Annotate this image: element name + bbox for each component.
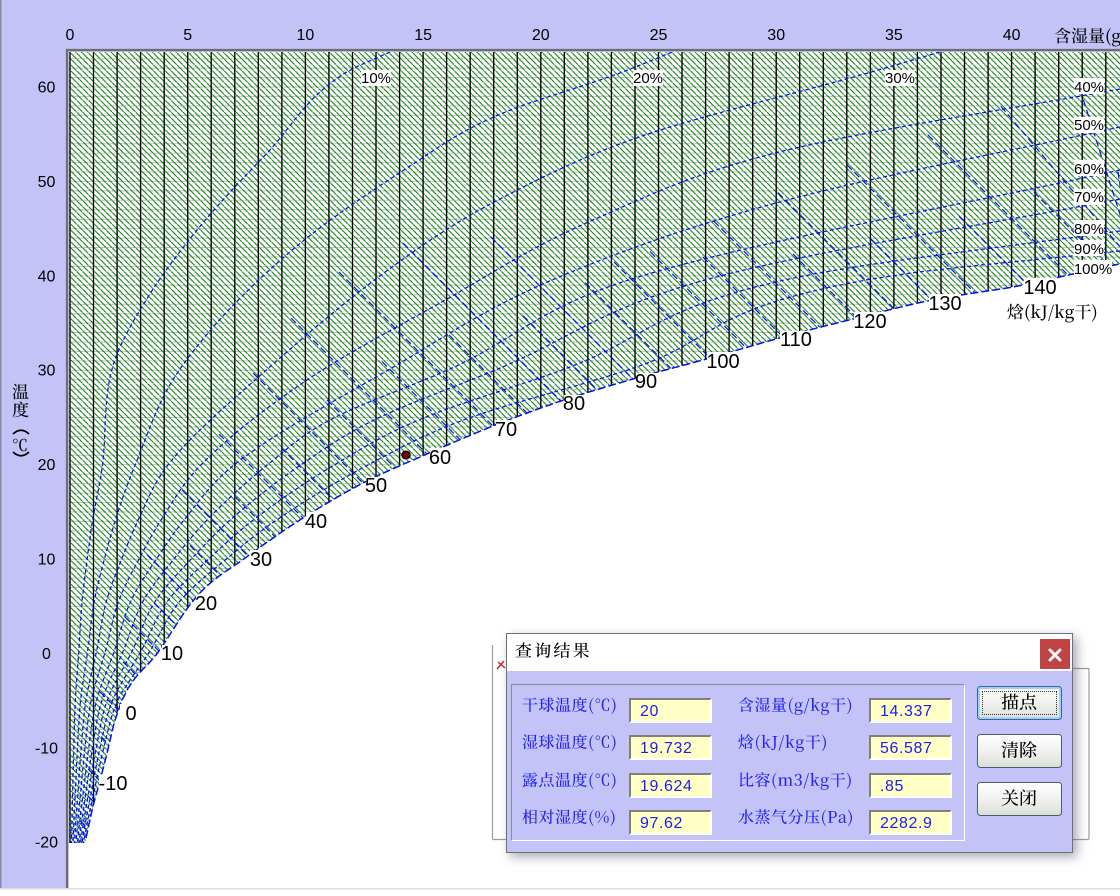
svg-text:0: 0 — [42, 646, 51, 663]
svg-text:60%: 60% — [1074, 161, 1104, 178]
svg-text:40: 40 — [305, 511, 327, 533]
svg-text:40%: 40% — [1074, 79, 1104, 96]
svg-text:30: 30 — [38, 363, 56, 380]
svg-text:80%: 80% — [1074, 221, 1104, 238]
svg-text:20: 20 — [195, 593, 217, 615]
svg-text:10: 10 — [161, 643, 183, 665]
svg-text:-10: -10 — [99, 773, 128, 795]
svg-text:30%: 30% — [885, 70, 915, 87]
svg-text:120: 120 — [853, 311, 886, 333]
svg-text:15: 15 — [414, 27, 432, 44]
svg-text:30: 30 — [767, 27, 785, 44]
svg-text:0: 0 — [66, 27, 75, 44]
svg-text:5: 5 — [183, 27, 192, 44]
svg-text:-20: -20 — [35, 835, 58, 852]
svg-text:130: 130 — [928, 293, 961, 315]
svg-text:110: 110 — [780, 329, 812, 351]
svg-text:10%: 10% — [361, 70, 391, 87]
svg-text:70%: 70% — [1074, 189, 1104, 206]
svg-text:90%: 90% — [1074, 241, 1104, 258]
svg-text:25: 25 — [650, 27, 668, 44]
svg-text:35: 35 — [885, 27, 903, 44]
svg-text:100%: 100% — [1074, 261, 1112, 278]
svg-text:60: 60 — [429, 447, 451, 469]
svg-text:80: 80 — [563, 393, 585, 415]
svg-text:20%: 20% — [633, 70, 663, 87]
svg-text:60: 60 — [38, 80, 56, 97]
svg-text:0: 0 — [125, 703, 136, 725]
svg-text:90: 90 — [635, 371, 657, 393]
svg-text:70: 70 — [495, 419, 517, 441]
svg-text:20: 20 — [532, 27, 550, 44]
svg-text:50: 50 — [365, 475, 387, 497]
svg-text:100: 100 — [706, 351, 739, 373]
svg-text:50: 50 — [38, 174, 56, 191]
svg-text:40: 40 — [1003, 27, 1021, 44]
svg-text:40: 40 — [38, 268, 56, 285]
svg-text:-10: -10 — [35, 740, 58, 757]
svg-text:140: 140 — [1023, 277, 1056, 299]
svg-text:10: 10 — [38, 552, 56, 569]
svg-text:20: 20 — [38, 457, 56, 474]
svg-text:10: 10 — [297, 27, 315, 44]
svg-text:50%: 50% — [1074, 117, 1104, 134]
svg-text:30: 30 — [250, 549, 272, 571]
